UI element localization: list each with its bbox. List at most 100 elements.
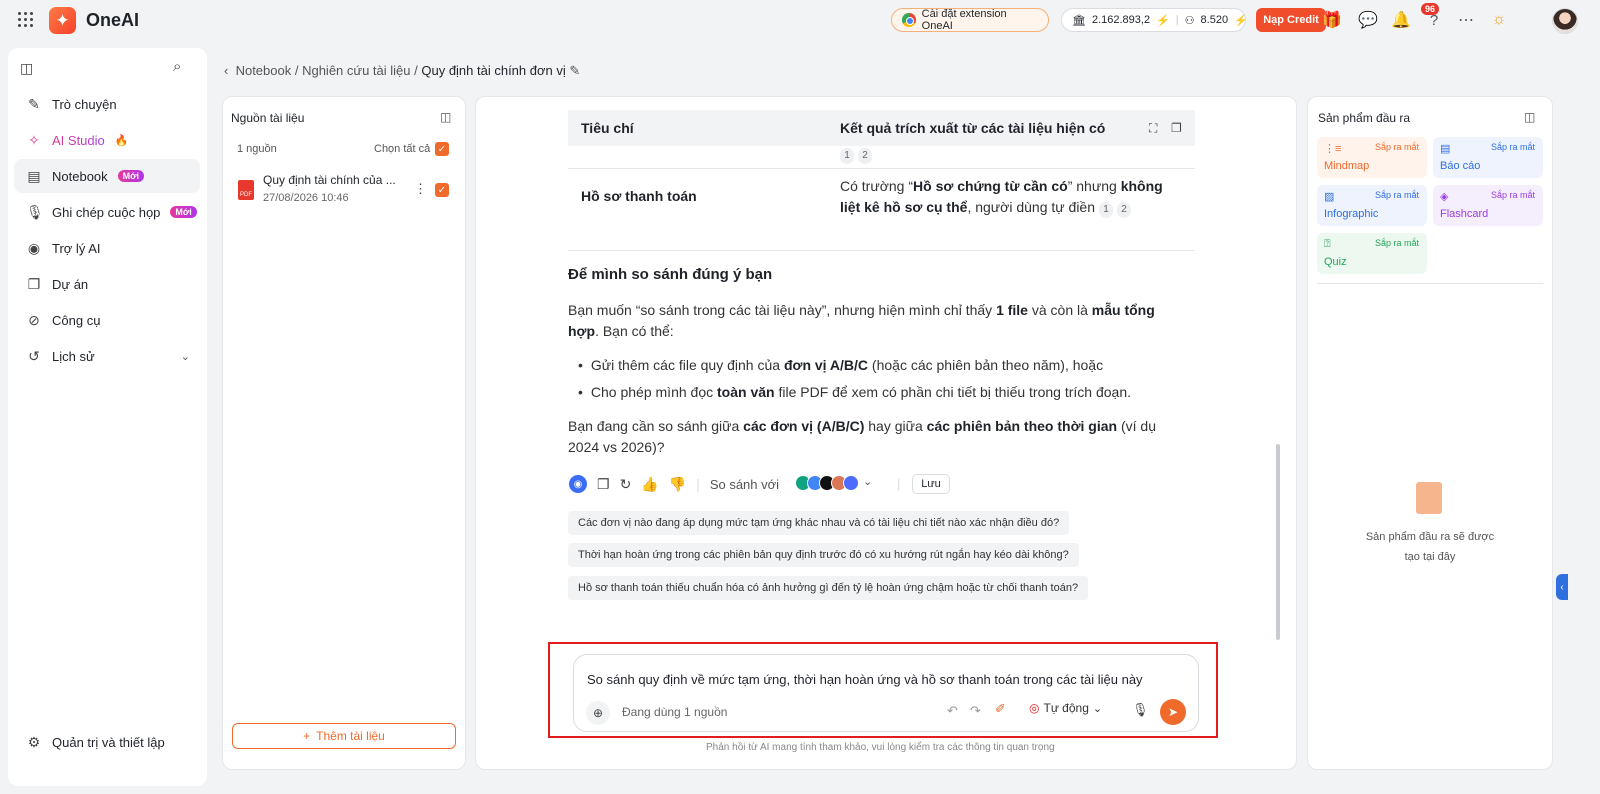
sidebar-item-label: Trợ lý AI [52, 240, 101, 256]
lamp-icon[interactable]: ☼ [1488, 9, 1510, 31]
citation[interactable]: 2 [1117, 202, 1131, 218]
coming-soon-label: Sắp ra mắt [1490, 142, 1535, 152]
text-bold: toàn văn [717, 384, 775, 400]
magic-wand-icon[interactable]: ✐ [995, 701, 1006, 717]
install-extension-button[interactable]: Cài đặt extension OneAI [891, 8, 1049, 32]
avatar[interactable] [1552, 8, 1578, 34]
save-button[interactable]: Lưu [912, 474, 950, 494]
chat-input[interactable]: So sánh quy định về mức tạm ứng, thời hạ… [587, 672, 1143, 687]
sidebar-item-chat[interactable]: ✎ Trò chuyện [14, 87, 200, 121]
messenger-icon[interactable]: 💬 [1357, 9, 1379, 31]
users-icon: ⚇ [1184, 14, 1195, 27]
breadcrumb-notebook[interactable]: Notebook [236, 63, 292, 78]
text: hay giữa [864, 418, 927, 434]
text: Bạn đang cần so sánh giữa [568, 418, 744, 434]
edit-pencil-icon[interactable]: ✎ [569, 63, 580, 78]
sidebar-item-history[interactable]: ↺ Lịch sử ⌄ [14, 339, 200, 373]
table-col-criteria: Tiêu chí [581, 120, 634, 136]
sidebar-item-settings[interactable]: ⚙ Quản trị và thiết lập [14, 725, 200, 759]
citation[interactable]: 1 [1099, 202, 1113, 218]
empty-line-2: tạo tại đây [1404, 551, 1456, 563]
more-vertical-icon[interactable]: ⋮ [414, 181, 427, 197]
more-icon[interactable]: ⋯ [1455, 9, 1477, 31]
regenerate-icon[interactable]: ↻ [620, 476, 632, 493]
apps-grid-icon[interactable] [18, 12, 34, 28]
help-icon[interactable]: ? [1423, 9, 1445, 31]
sidebar-item-label: Dự án [52, 276, 89, 292]
gift-icon[interactable]: 🎁 [1321, 9, 1343, 31]
collapse-panel-icon[interactable]: ◫ [1524, 110, 1535, 124]
output-tile-infographic[interactable]: ▨ Sắp ra mắt Infographic [1317, 185, 1427, 226]
topup-credit-button[interactable]: Nạp Credit [1256, 8, 1326, 32]
text-bold: các phiên bản theo thời gian [926, 418, 1118, 434]
text-bold: Hồ sơ chứng từ cần có [913, 178, 1068, 194]
credit-balance[interactable]: 🏛 2.162.893,2 ⚡ | ⚇ 8.520 ⚡ [1061, 8, 1248, 32]
empty-line-1: Sản phẩm đầu ra sẽ được [1365, 531, 1495, 543]
thumbs-up-icon[interactable]: 👍 [641, 476, 658, 493]
new-badge: Mới [117, 170, 145, 182]
add-source-button[interactable]: + Thêm tài liệu [232, 723, 456, 749]
mic-icon[interactable]: 🎙 [1132, 702, 1149, 718]
output-tile-flashcard[interactable]: ◈ Sắp ra mắt Flashcard [1433, 185, 1543, 226]
source-checkbox[interactable]: ✓ [435, 183, 449, 197]
output-tile-mindmap[interactable]: ⋮≡ Sắp ra mắt Mindmap [1317, 137, 1427, 178]
sidebar-item-notebook[interactable]: ▤ Notebook Mới [14, 159, 200, 193]
undo-icon[interactable]: ↶ [947, 703, 958, 719]
sidebar-item-meeting-notes[interactable]: 🎙 Ghi chép cuộc họp Mới [14, 195, 200, 229]
collapse-panel-icon[interactable]: ◫ [440, 110, 451, 124]
text: Bạn muốn “so sánh trong các tài liệu này… [568, 302, 997, 318]
chevron-down-icon: ⌄ [863, 476, 873, 488]
source-count: 1 nguồn [237, 143, 277, 155]
source-file-name[interactable]: Quy định tài chính của ... [263, 173, 396, 187]
install-extension-label: Cài đặt extension OneAI [921, 8, 1007, 32]
sidebar-item-ai-assistant[interactable]: ◉ Trợ lý AI [14, 231, 200, 265]
table-row-label: Hồ sơ thanh toán [581, 188, 697, 204]
quiz-icon: ⍰ [1324, 238, 1331, 250]
copy-table-icon[interactable]: ❐ [1171, 121, 1182, 135]
select-all-label: Chọn tất cả [374, 143, 431, 155]
redo-icon[interactable]: ↷ [970, 703, 981, 719]
chat-scrollbar[interactable] [1276, 444, 1280, 640]
sidebar-item-ai-studio[interactable]: ✧ AI Studio 🔥 [14, 123, 200, 157]
fullscreen-icon[interactable]: ⛶ [1149, 121, 1157, 136]
breadcrumb-research[interactable]: Nghiên cứu tài liệu [302, 63, 410, 78]
table-row-value: Có trường “Hồ sơ chứng từ cần có” nhưng … [840, 176, 1185, 218]
empty-file-icon [1416, 482, 1442, 514]
bell-icon[interactable]: 🔔 [1390, 9, 1412, 31]
thumbs-down-icon[interactable]: 👎 [669, 476, 686, 493]
globe-icon[interactable]: ⊕ [586, 701, 610, 725]
back-chevron-icon[interactable]: ‹ [224, 63, 228, 78]
credit-amount: 2.162.893,2 [1091, 14, 1151, 26]
chevron-down-icon: ⌄ [1092, 702, 1103, 715]
ai-disclaimer: Phản hồi từ AI mang tính tham khảo, vui … [706, 742, 1055, 753]
sidebar-item-projects[interactable]: ❐ Dự án [14, 267, 200, 301]
sidebar-item-label: Trò chuyện [52, 96, 117, 112]
compare-models-button[interactable]: ⌄ [795, 475, 872, 491]
expand-chevron-icon[interactable]: ‹ [1556, 574, 1568, 600]
citation[interactable]: 1 [840, 148, 854, 164]
folder-icon: ❐ [27, 275, 41, 292]
bolt-icon: ⚡ [1156, 14, 1170, 27]
suggested-question[interactable]: Thời hạn hoàn ứng trong các phiên bản qu… [568, 543, 1079, 567]
citation[interactable]: 2 [858, 148, 872, 164]
tile-label: Quiz [1324, 256, 1347, 268]
ai-mode-icon: ◎ [1029, 701, 1040, 715]
suggested-question[interactable]: Hồ sơ thanh toán thiếu chuẩn hóa có ảnh … [568, 576, 1089, 600]
select-all-checkbox[interactable]: ✓ [435, 142, 449, 156]
search-icon[interactable]: ⌕ [173, 58, 181, 75]
app-name: OneAI [86, 10, 140, 30]
output-tile-report[interactable]: ▤ Sắp ra mắt Báo cáo [1433, 137, 1543, 178]
chat-input-box: So sánh quy định về mức tạm ứng, thời hạ… [573, 654, 1199, 732]
output-tile-quiz[interactable]: ⍰ Sắp ra mắt Quiz [1317, 233, 1427, 274]
compass-icon: ⊘ [28, 311, 40, 328]
mode-select[interactable]: ◎ Tự động ⌄ [1029, 701, 1102, 715]
sidebar-item-tools[interactable]: ⊘ Công cụ [14, 303, 200, 337]
output-title: Sản phẩm đầu ra [1318, 111, 1411, 125]
copy-icon[interactable]: ❐ [597, 476, 610, 493]
suggested-question[interactable]: Các đơn vị nào đang áp dụng mức tạm ứng … [568, 511, 1070, 535]
oneai-logo-icon: ✦ [49, 7, 76, 34]
send-button[interactable]: ➤ [1160, 699, 1186, 725]
sidebar-toggle-icon[interactable]: ◫ [20, 60, 33, 77]
chat-bubble-icon[interactable]: ◉ [569, 475, 587, 493]
message-actions: ◉ ❐ ↻ 👍 👎 | So sánh với [569, 475, 779, 493]
